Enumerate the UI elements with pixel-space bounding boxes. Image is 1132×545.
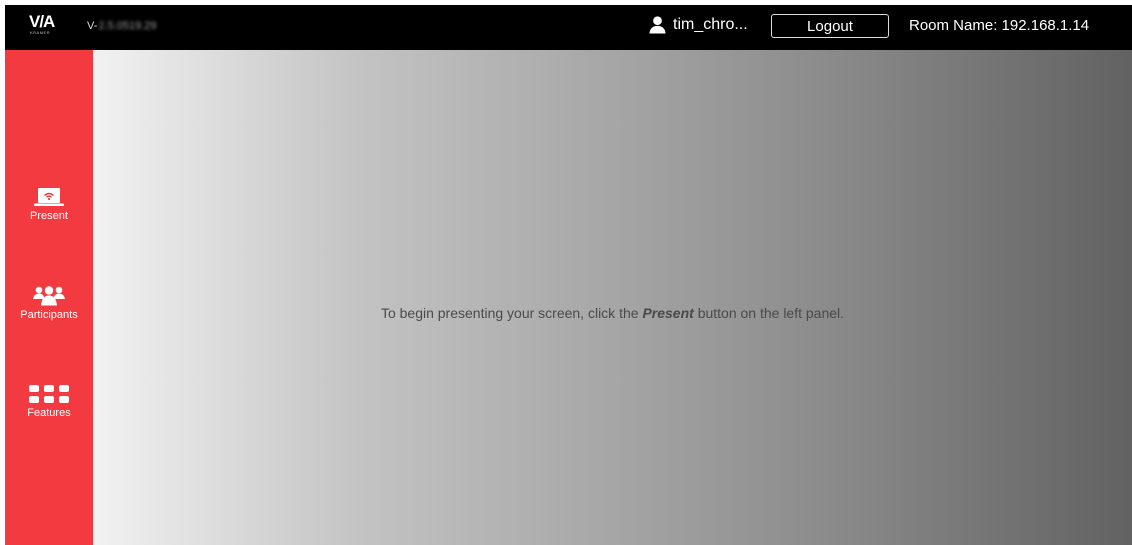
sidebar-item-label: Participants <box>20 309 78 321</box>
logo-subtext: KRAMER <box>30 30 51 35</box>
logo-text: V/A <box>29 12 55 31</box>
version-prefix: V- <box>87 20 98 32</box>
sidebar-item-features[interactable]: Features <box>5 380 93 419</box>
laptop-wifi-icon <box>34 188 64 206</box>
room-name: Room Name: 192.168.1.14 <box>909 17 1090 34</box>
top-bar: V/A KRAMER V- 2.5.0519.29 tim_chro... Lo… <box>5 5 1132 50</box>
kramer-via-logo: V/A KRAMER <box>29 12 57 40</box>
instruction-text: To begin presenting your screen, click t… <box>93 305 1132 321</box>
presentation-area: To begin presenting your screen, click t… <box>93 50 1132 545</box>
participants-icon <box>33 286 65 306</box>
instruction-text-before: To begin presenting your screen, click t… <box>380 305 639 321</box>
left-panel: Present Participants Features <box>5 50 93 545</box>
version-value: 2.5.0519.29 <box>98 20 157 32</box>
instruction-text-bold: Present <box>642 305 694 321</box>
username: tim_chro... <box>673 15 748 33</box>
user-account: tim_chro... <box>648 15 748 34</box>
sidebar-item-label: Present <box>30 210 68 222</box>
version-label: V- 2.5.0519.29 <box>87 20 157 32</box>
sidebar-item-label: Features <box>27 407 71 419</box>
user-icon <box>649 16 666 34</box>
instruction-text-after: button on the left panel. <box>697 305 845 321</box>
app-window: V/A KRAMER V- 2.5.0519.29 tim_chro... Lo… <box>5 5 1132 545</box>
sidebar-item-present[interactable]: Present <box>5 183 93 222</box>
grid-icon <box>29 385 69 403</box>
logout-button[interactable]: Logout <box>771 14 889 38</box>
sidebar-item-participants[interactable]: Participants <box>5 282 93 321</box>
